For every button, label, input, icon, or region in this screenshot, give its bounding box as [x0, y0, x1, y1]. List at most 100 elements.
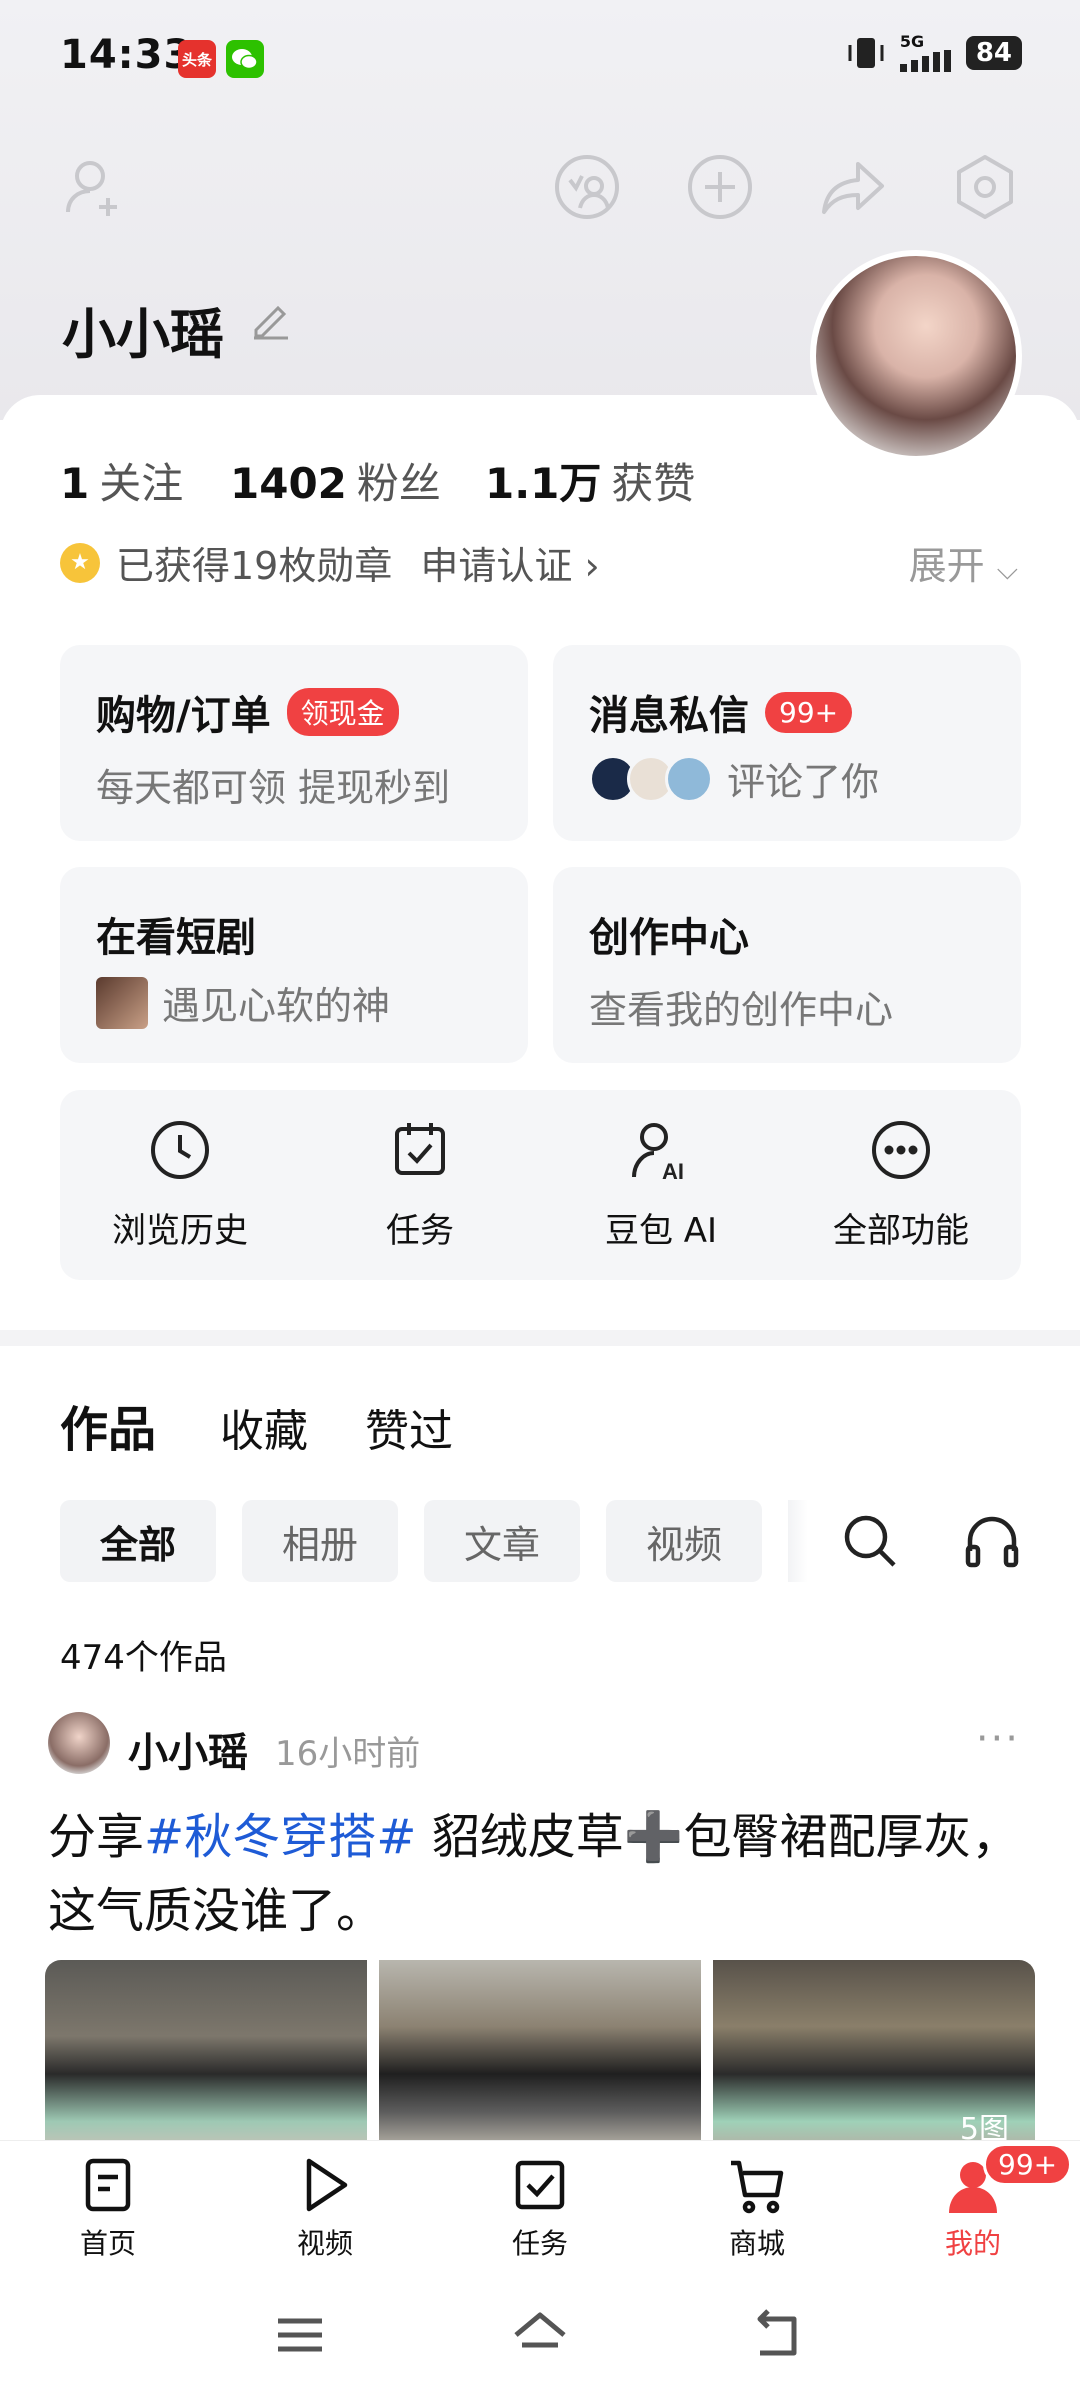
wechat-icon	[226, 40, 264, 78]
home-doc-icon	[85, 2158, 131, 2212]
doubao-ai-button[interactable]: AI 豆包 AI	[541, 1115, 781, 1252]
followers-stat[interactable]: 1402 粉丝	[230, 450, 441, 511]
medal-icon: ★	[60, 542, 100, 583]
nav-me-label: 我的	[944, 2227, 1001, 2260]
clock-icon	[151, 1121, 209, 1179]
followers-count: 1402	[230, 459, 347, 508]
nav-tasks-label: 任务	[511, 2227, 568, 2260]
post-author-name[interactable]: 小小瑶	[128, 1720, 248, 1778]
tile-drama-sub: 遇见心软的神	[162, 984, 391, 1028]
home-icon[interactable]	[510, 2305, 570, 2365]
tile-creator-sub: 查看我的创作中心	[589, 988, 894, 1032]
play-icon	[306, 2158, 348, 2212]
tile-messages-title: 消息私信	[589, 693, 749, 739]
signal-icon: 5G	[899, 32, 952, 72]
post-text[interactable]: 分享#秋冬穿搭# 貂绒皮草➕包臀裙配厚灰，这气质没谁了。	[48, 1800, 1038, 1948]
calendar-check-icon	[395, 1123, 445, 1175]
expand-button[interactable]: 展开 ⌵	[909, 535, 1018, 590]
following-count: 1	[60, 459, 90, 508]
nav-video-label: 视频	[296, 2227, 353, 2260]
share-icon[interactable]	[816, 150, 890, 224]
add-friend-icon[interactable]	[58, 150, 132, 224]
svg-text:AI: AI	[662, 1159, 684, 1184]
followers-label: 粉丝	[356, 459, 441, 508]
filter-album[interactable]: 相册	[242, 1500, 398, 1582]
tile-shopping-title: 购物/订单	[96, 693, 271, 739]
nav-video[interactable]: 视频	[255, 2155, 395, 2262]
likes-label: 获赞	[611, 459, 696, 508]
toutiao-label: 头条	[181, 50, 212, 69]
badge-row[interactable]: ★ 已获得19枚勋章 申请认证 ›	[60, 535, 600, 590]
more-options-icon[interactable]: ···	[976, 1716, 1020, 1762]
battery-indicator: 84	[965, 36, 1022, 70]
search-icon[interactable]	[840, 1511, 900, 1571]
tile-short-drama[interactable]: 在看短剧 遇见心软的神	[60, 867, 528, 1063]
drama-thumbnail	[96, 976, 148, 1029]
message-count-badge: 99+	[765, 691, 853, 733]
avatar[interactable]	[810, 250, 1022, 462]
following-stat[interactable]: 1 关注	[60, 450, 183, 511]
add-circle-icon[interactable]	[683, 150, 757, 224]
history-button[interactable]: 浏览历史	[60, 1115, 300, 1252]
section-divider	[0, 1330, 1080, 1346]
post-text-before: 分享	[48, 1809, 145, 1865]
profile-name: 小小瑶	[62, 303, 224, 366]
menu-icon[interactable]	[270, 2305, 330, 2365]
nav-home[interactable]: 首页	[38, 2155, 178, 2262]
chevron-down-icon: ⌵	[996, 553, 1018, 586]
tile-creator-title: 创作中心	[589, 915, 749, 961]
tasks-label: 任务	[386, 1211, 454, 1251]
all-functions-button[interactable]: 全部功能	[781, 1115, 1021, 1252]
post-time: 16小时前	[275, 1734, 421, 1774]
ai-person-icon: AI	[632, 1123, 684, 1184]
filter-article[interactable]: 文章	[424, 1500, 580, 1582]
toutiao-app-icon: 头条	[178, 40, 216, 78]
status-right: 5G 84	[846, 34, 1022, 72]
visitor-icon[interactable]	[550, 150, 624, 224]
post-image[interactable]	[379, 1960, 701, 2150]
more-circle-icon	[872, 1121, 930, 1179]
commenter-avatar	[665, 754, 713, 803]
likes-stat[interactable]: 1.1万 获赞	[485, 450, 695, 511]
all-functions-label: 全部功能	[833, 1211, 969, 1251]
filter-video[interactable]: 视频	[606, 1500, 762, 1582]
nav-mall-label: 商城	[728, 2227, 785, 2260]
edit-icon[interactable]	[248, 298, 292, 342]
headphones-icon[interactable]	[962, 1511, 1022, 1571]
tile-creator-center[interactable]: 创作中心 查看我的创作中心	[553, 867, 1021, 1063]
tab-works[interactable]: 作品	[60, 1390, 156, 1460]
tile-drama-title: 在看短剧	[96, 915, 256, 961]
badges-text: 已获得19枚勋章	[116, 544, 393, 588]
tile-messages-sub: 评论了你	[727, 760, 880, 804]
nav-me[interactable]: 我的 99+	[903, 2143, 1073, 2262]
tab-liked[interactable]: 赞过	[365, 1395, 453, 1459]
network-type: 5G	[899, 32, 925, 51]
tile-shopping-sub: 每天都可领 提现秒到	[96, 766, 451, 810]
expand-label: 展开	[908, 544, 985, 588]
post-image[interactable]: 5图	[713, 1960, 1035, 2150]
post-hashtag[interactable]: #秋冬穿搭#	[144, 1809, 416, 1865]
filter-all[interactable]: 全部	[60, 1500, 216, 1582]
post-count: 474个作品	[60, 1638, 227, 1678]
verify-link[interactable]: 申请认证 ›	[420, 535, 599, 590]
status-time: 14:33	[60, 32, 193, 78]
vibrate-icon	[848, 38, 884, 68]
tile-messages[interactable]: 消息私信 99+ 评论了你	[553, 645, 1021, 841]
nav-tasks[interactable]: 任务	[470, 2155, 610, 2262]
doubao-ai-label: 豆包 AI	[604, 1211, 718, 1251]
back-icon[interactable]	[750, 2305, 810, 2365]
task-check-icon	[515, 2160, 565, 2210]
tab-favorites[interactable]: 收藏	[220, 1395, 308, 1459]
cash-badge: 领现金	[286, 688, 399, 736]
tasks-button[interactable]: 任务	[300, 1115, 540, 1252]
chip-fade	[788, 1500, 808, 1582]
post-author-avatar[interactable]	[48, 1712, 110, 1774]
nav-mall[interactable]: 商城	[687, 2155, 827, 2262]
post-image[interactable]	[45, 1960, 367, 2150]
notification-badge: 99+	[983, 2143, 1073, 2186]
profile-screen: 14:33 头条 5G 84 小小瑶 1 关注 1402 粉丝 1.1万 获赞 ★ 已…	[0, 0, 1080, 2400]
nav-home-label: 首页	[79, 2227, 136, 2260]
settings-icon[interactable]	[948, 150, 1022, 224]
likes-count: 1.1万	[485, 459, 602, 508]
tile-shopping[interactable]: 购物/订单 领现金 每天都可领 提现秒到	[60, 645, 528, 841]
